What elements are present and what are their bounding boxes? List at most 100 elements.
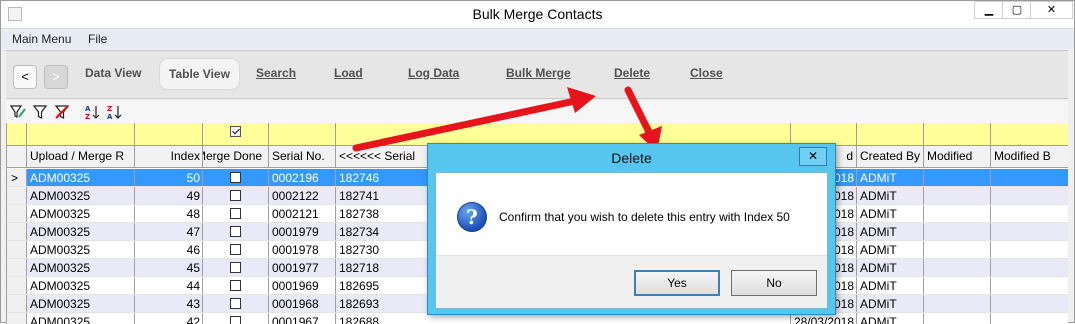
cell-upload[interactable]: ADM00325 bbox=[27, 259, 135, 276]
cell-serial[interactable]: 0001978 bbox=[269, 241, 336, 258]
merge-done-checkbox[interactable] bbox=[230, 298, 241, 309]
cell-modified[interactable] bbox=[924, 187, 991, 204]
minimize-button[interactable]: ▁ bbox=[974, 1, 1004, 19]
no-button[interactable]: No bbox=[731, 270, 817, 296]
filter-cell-date[interactable] bbox=[791, 123, 857, 145]
column-header-modified-by[interactable]: Modified B bbox=[991, 146, 1068, 167]
cell-created-by[interactable]: ADMiT bbox=[857, 313, 924, 324]
cell-created-by[interactable]: ADMiT bbox=[857, 205, 924, 222]
cell-merge-done[interactable] bbox=[203, 259, 269, 276]
cell-modified[interactable] bbox=[924, 259, 991, 276]
cell-modified-by[interactable] bbox=[991, 241, 1068, 258]
cell-modified-by[interactable] bbox=[991, 277, 1068, 294]
filter-cell-created-by[interactable] bbox=[857, 123, 924, 145]
cell-modified-by[interactable] bbox=[991, 187, 1068, 204]
column-header-modified[interactable]: Modified bbox=[924, 146, 991, 167]
cell-upload[interactable]: ADM00325 bbox=[27, 277, 135, 294]
merge-done-checkbox[interactable] bbox=[230, 244, 241, 255]
cell-modified[interactable] bbox=[924, 241, 991, 258]
forward-button[interactable]: > bbox=[44, 65, 68, 89]
cell-serial[interactable]: 0001977 bbox=[269, 259, 336, 276]
cell-modified[interactable] bbox=[924, 169, 991, 186]
cell-merge-done[interactable] bbox=[203, 295, 269, 312]
cell-serial[interactable]: 0001967 bbox=[269, 313, 336, 324]
filter-clear-icon[interactable] bbox=[54, 104, 70, 120]
cell-upload[interactable]: ADM00325 bbox=[27, 241, 135, 258]
cell-serial[interactable]: 0002196 bbox=[269, 169, 336, 186]
cell-index[interactable]: 50 bbox=[135, 169, 203, 186]
cell-created-by[interactable]: ADMiT bbox=[857, 187, 924, 204]
sort-ascending-icon[interactable]: A Z bbox=[84, 104, 100, 120]
cell-created-by[interactable]: ADMiT bbox=[857, 295, 924, 312]
column-header-upload[interactable]: Upload / Merge R bbox=[27, 146, 135, 167]
cell-index[interactable]: 43 bbox=[135, 295, 203, 312]
column-header-index[interactable]: Index bbox=[135, 146, 203, 167]
cell-merge-done[interactable] bbox=[203, 277, 269, 294]
dialog-close-button[interactable]: ✕ bbox=[799, 147, 827, 166]
column-header-serial[interactable]: Serial No. bbox=[269, 146, 336, 167]
cell-modified[interactable] bbox=[924, 313, 991, 324]
cell-serial[interactable]: 0001968 bbox=[269, 295, 336, 312]
cell-modified-by[interactable] bbox=[991, 205, 1068, 222]
cell-serial[interactable]: 0002122 bbox=[269, 187, 336, 204]
filter-edit-icon[interactable] bbox=[10, 104, 26, 120]
filter-cell-upload[interactable] bbox=[27, 123, 135, 145]
cell-index[interactable]: 49 bbox=[135, 187, 203, 204]
cell-merge-done[interactable] bbox=[203, 223, 269, 240]
data-view-button[interactable]: Data View bbox=[85, 66, 141, 80]
filter-cell-serial[interactable] bbox=[269, 123, 336, 145]
merge-done-checkbox[interactable] bbox=[230, 190, 241, 201]
cell-index[interactable]: 44 bbox=[135, 277, 203, 294]
cell-created-by[interactable]: ADMiT bbox=[857, 169, 924, 186]
cell-merge-done[interactable] bbox=[203, 313, 269, 324]
cell-index[interactable]: 46 bbox=[135, 241, 203, 258]
close-button[interactable]: Close bbox=[690, 66, 723, 80]
search-button[interactable]: Search bbox=[256, 66, 296, 80]
cell-upload[interactable]: ADM00325 bbox=[27, 313, 135, 324]
cell-serial[interactable]: 0001969 bbox=[269, 277, 336, 294]
menu-file[interactable]: File bbox=[88, 32, 107, 46]
cell-modified[interactable] bbox=[924, 223, 991, 240]
filter-cell-modified-by[interactable] bbox=[991, 123, 1068, 145]
cell-index[interactable]: 47 bbox=[135, 223, 203, 240]
column-header-created-by[interactable]: Created By bbox=[857, 146, 924, 167]
cell-created-by[interactable]: ADMiT bbox=[857, 223, 924, 240]
cell-upload[interactable]: ADM00325 bbox=[27, 223, 135, 240]
cell-index[interactable]: 48 bbox=[135, 205, 203, 222]
menu-main-menu[interactable]: Main Menu bbox=[12, 32, 71, 46]
table-view-button[interactable]: Table View bbox=[159, 58, 240, 90]
sort-descending-icon[interactable]: Z A bbox=[106, 104, 122, 120]
cell-modified[interactable] bbox=[924, 205, 991, 222]
cell-index[interactable]: 45 bbox=[135, 259, 203, 276]
yes-button[interactable]: Yes bbox=[634, 270, 720, 296]
delete-button[interactable]: Delete bbox=[614, 66, 650, 80]
cell-modified-by[interactable] bbox=[991, 169, 1068, 186]
filter-cell-index[interactable] bbox=[135, 123, 203, 145]
column-header-merge-done[interactable]: Merge Done bbox=[203, 146, 269, 167]
cell-serial[interactable]: 0002121 bbox=[269, 205, 336, 222]
cell-modified-by[interactable] bbox=[991, 259, 1068, 276]
close-window-button[interactable]: ✕ bbox=[1030, 1, 1073, 19]
cell-upload[interactable]: ADM00325 bbox=[27, 187, 135, 204]
cell-merge-done[interactable] bbox=[203, 187, 269, 204]
cell-upload[interactable]: ADM00325 bbox=[27, 169, 135, 186]
filter-cell-modified[interactable] bbox=[924, 123, 991, 145]
filter-cell-merge-done[interactable] bbox=[203, 123, 269, 145]
merge-done-checkbox[interactable] bbox=[230, 262, 241, 273]
cell-upload[interactable]: ADM00325 bbox=[27, 205, 135, 222]
cell-created-by[interactable]: ADMiT bbox=[857, 259, 924, 276]
merge-done-checkbox[interactable] bbox=[230, 280, 241, 291]
merge-done-filter-checkbox[interactable] bbox=[230, 126, 241, 137]
cell-modified-by[interactable] bbox=[991, 295, 1068, 312]
cell-merge-done[interactable] bbox=[203, 205, 269, 222]
load-button[interactable]: Load bbox=[334, 66, 363, 80]
cell-modified-by[interactable] bbox=[991, 313, 1068, 324]
merge-done-checkbox[interactable] bbox=[230, 226, 241, 237]
merge-done-checkbox[interactable] bbox=[230, 172, 241, 183]
filter-icon[interactable] bbox=[32, 104, 48, 120]
filter-cell-serial2[interactable] bbox=[336, 123, 791, 145]
cell-upload[interactable]: ADM00325 bbox=[27, 295, 135, 312]
cell-created-by[interactable]: ADMiT bbox=[857, 277, 924, 294]
cell-modified-by[interactable] bbox=[991, 223, 1068, 240]
cell-merge-done[interactable] bbox=[203, 169, 269, 186]
